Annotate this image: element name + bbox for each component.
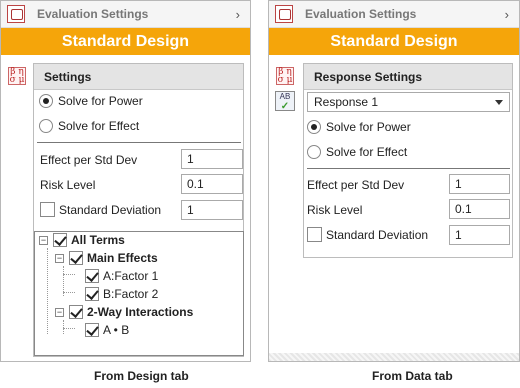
tree-label: B:Factor 2 <box>103 287 159 301</box>
settings-group: Settings Solve for Power Solve for Effec… <box>33 63 244 357</box>
beta-sigma-mu-icon[interactable]: β ησ μ <box>276 67 294 85</box>
response-check-icon[interactable]: AB ✓ <box>275 91 295 112</box>
radio-label: Solve for Power <box>326 120 411 134</box>
solve-for-power-radio[interactable]: Solve for Power <box>39 94 143 108</box>
checkbox[interactable] <box>40 202 55 217</box>
risk-level-label: Risk Level <box>40 178 96 192</box>
settings-nav-icon <box>7 5 25 23</box>
response-settings-group: Response Settings Response 1 Solve for P… <box>303 63 513 258</box>
checkbox[interactable] <box>85 269 99 283</box>
effect-per-std-dev-label: Effect per Std Dev <box>307 178 405 192</box>
risk-level-input[interactable]: 0.1 <box>181 174 243 194</box>
checkbox[interactable] <box>307 227 322 242</box>
tree-label: All Terms <box>71 233 125 247</box>
chevron-right-icon[interactable]: › <box>505 7 509 22</box>
chevron-down-icon[interactable] <box>495 100 503 105</box>
effect-per-std-dev-input[interactable]: 1 <box>449 174 510 194</box>
standard-deviation-label: Standard Deviation <box>59 202 162 217</box>
checkbox[interactable] <box>85 287 99 301</box>
response-select[interactable]: Response 1 <box>307 92 510 112</box>
tree-item-factor-2[interactable]: B:Factor 2 <box>85 286 158 302</box>
terms-tree: − All Terms − Main Effects A:Factor 1 B:… <box>34 231 244 356</box>
banner-title: Standard Design <box>269 28 519 55</box>
group-title: Settings <box>34 64 243 90</box>
effect-per-std-dev-input[interactable]: 1 <box>181 149 243 169</box>
collapse-icon[interactable]: − <box>39 235 48 245</box>
effect-per-std-dev-label: Effect per Std Dev <box>40 153 138 167</box>
radio-label: Solve for Effect <box>58 119 140 133</box>
right-panel: Evaluation Settings › Standard Design β … <box>268 0 520 362</box>
tree-label: 2-Way Interactions <box>87 305 194 319</box>
nav-title: Evaluation Settings <box>305 7 417 21</box>
risk-level-input[interactable]: 0.1 <box>449 199 510 219</box>
checkbox[interactable] <box>85 323 99 337</box>
nav-title: Evaluation Settings <box>37 7 149 21</box>
solve-for-power-radio[interactable]: Solve for Power <box>307 120 411 134</box>
collapse-icon[interactable]: − <box>55 307 64 317</box>
tree-item-main-effects[interactable]: − Main Effects <box>55 250 158 266</box>
panel-resize-strip <box>269 353 519 361</box>
left-caption: From Design tab <box>94 369 189 383</box>
beta-sigma-mu-icon[interactable]: β ησ μ <box>8 67 26 85</box>
risk-level-label: Risk Level <box>307 203 363 217</box>
radio-label: Solve for Effect <box>326 145 408 159</box>
tree-label: Main Effects <box>87 251 158 265</box>
checkbox[interactable] <box>69 305 83 319</box>
checkbox[interactable] <box>69 251 83 265</box>
standard-deviation-input[interactable]: 1 <box>449 225 510 245</box>
standard-deviation-input[interactable]: 1 <box>181 200 243 220</box>
chevron-right-icon[interactable]: › <box>236 7 240 22</box>
right-caption: From Data tab <box>372 369 453 383</box>
settings-nav-icon <box>275 5 293 23</box>
left-panel: Evaluation Settings › Standard Design β … <box>0 0 251 362</box>
standard-deviation-checkbox[interactable]: Standard Deviation <box>307 227 428 242</box>
standard-deviation-checkbox[interactable]: Standard Deviation <box>40 202 161 217</box>
radio-dot[interactable] <box>39 94 53 108</box>
solve-for-effect-radio[interactable]: Solve for Effect <box>307 145 407 159</box>
group-title: Response Settings <box>304 64 512 90</box>
standard-deviation-label: Standard Deviation <box>326 227 429 242</box>
nav-evaluation-settings[interactable]: Evaluation Settings › <box>269 1 519 28</box>
response-selected: Response 1 <box>314 95 379 109</box>
banner-title: Standard Design <box>1 28 250 55</box>
divider <box>37 142 241 143</box>
tree-item-ab[interactable]: A • B <box>85 322 129 338</box>
tree-item-factor-1[interactable]: A:Factor 1 <box>85 268 158 284</box>
tree-item-all-terms[interactable]: − All Terms <box>39 232 125 248</box>
tree-item-2-way-interactions[interactable]: − 2-Way Interactions <box>55 304 193 320</box>
tree-label: A • B <box>103 323 130 337</box>
solve-for-effect-radio[interactable]: Solve for Effect <box>39 119 139 133</box>
radio-dot[interactable] <box>307 145 321 159</box>
checkbox[interactable] <box>53 233 67 247</box>
tree-label: A:Factor 1 <box>103 269 159 283</box>
radio-label: Solve for Power <box>58 94 143 108</box>
nav-evaluation-settings[interactable]: Evaluation Settings › <box>1 1 250 28</box>
radio-dot[interactable] <box>39 119 53 133</box>
divider <box>307 168 510 169</box>
radio-dot[interactable] <box>307 120 321 134</box>
collapse-icon[interactable]: − <box>55 253 64 263</box>
